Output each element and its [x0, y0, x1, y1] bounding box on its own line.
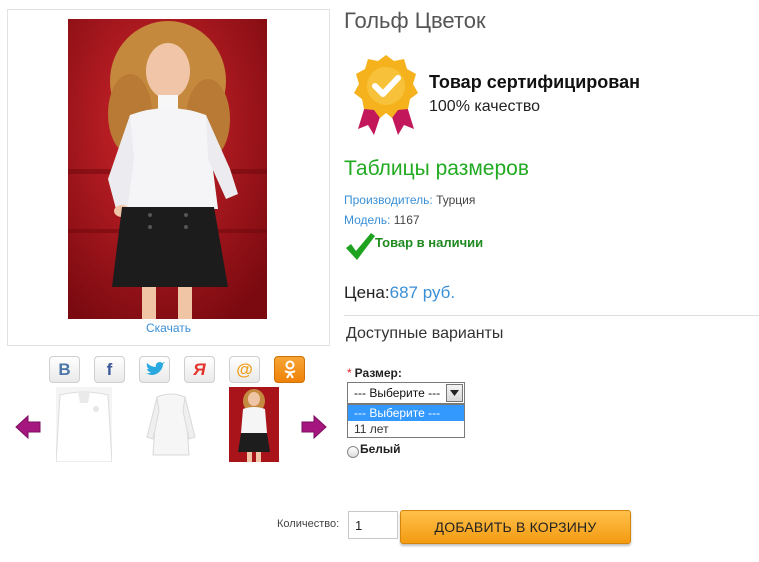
- in-stock-check-icon: [344, 231, 376, 261]
- thumbnail-next-arrow-icon[interactable]: [301, 414, 327, 444]
- color-radio-white[interactable]: [347, 446, 359, 458]
- price-row: Цена:687 руб.: [344, 283, 455, 303]
- main-product-photo[interactable]: [68, 19, 267, 319]
- product-title: Гольф Цветок: [344, 8, 486, 33]
- ok-icon[interactable]: [274, 356, 305, 383]
- stock-status: Товар в наличии: [375, 235, 484, 250]
- size-select[interactable]: --- Выберите ---: [347, 382, 465, 404]
- certified-title: Товар сертифицирован: [429, 72, 640, 92]
- required-mark: *: [347, 366, 352, 380]
- chevron-down-icon[interactable]: [446, 384, 463, 402]
- size-dropdown-list: --- Выберите --- 11 лет: [347, 404, 465, 438]
- manufacturer-value: Турция: [436, 193, 476, 207]
- twitter-icon[interactable]: [139, 356, 170, 383]
- model-line: Модель: 1167: [344, 213, 420, 227]
- model-value: 1167: [393, 213, 420, 227]
- thumbnail-1[interactable]: [56, 387, 112, 462]
- add-to-cart-button[interactable]: ДОБАВИТЬ В КОРЗИНУ: [400, 510, 631, 544]
- size-label-text: Размер:: [354, 366, 402, 380]
- vk-icon[interactable]: В: [49, 356, 80, 383]
- thumbnail-prev-arrow-icon[interactable]: [15, 414, 41, 444]
- certified-badge-icon: [352, 53, 420, 138]
- variants-heading: Доступные варианты: [346, 325, 504, 342]
- mail-ru-icon[interactable]: @: [229, 356, 260, 383]
- main-photo-container: Скачать: [7, 9, 330, 346]
- size-option-placeholder[interactable]: --- Выберите ---: [348, 405, 464, 421]
- size-table-link[interactable]: Таблицы размеров: [344, 157, 529, 181]
- download-link[interactable]: Скачать: [8, 321, 329, 335]
- certified-subtitle: 100% качество: [429, 98, 541, 115]
- facebook-icon[interactable]: f: [94, 356, 125, 383]
- model-key: Модель:: [344, 213, 391, 227]
- divider: [344, 315, 759, 316]
- manufacturer-key[interactable]: Производитель:: [344, 193, 433, 207]
- quantity-label: Количество:: [277, 518, 340, 530]
- price-label: Цена:: [344, 283, 390, 302]
- manufacturer-line: Производитель: Турция: [344, 193, 475, 207]
- size-option-11[interactable]: 11 лет: [348, 421, 464, 437]
- quantity-input[interactable]: [348, 511, 398, 539]
- size-select-value: --- Выберите ---: [354, 386, 441, 400]
- color-label-white: Белый: [360, 442, 401, 456]
- thumbnail-2[interactable]: [143, 387, 199, 462]
- thumbnail-3[interactable]: [229, 387, 279, 462]
- price-value: 687 руб.: [389, 283, 456, 302]
- odnoklassniki-alt-icon[interactable]: Я: [184, 356, 215, 383]
- size-label: * Размер:: [347, 366, 402, 380]
